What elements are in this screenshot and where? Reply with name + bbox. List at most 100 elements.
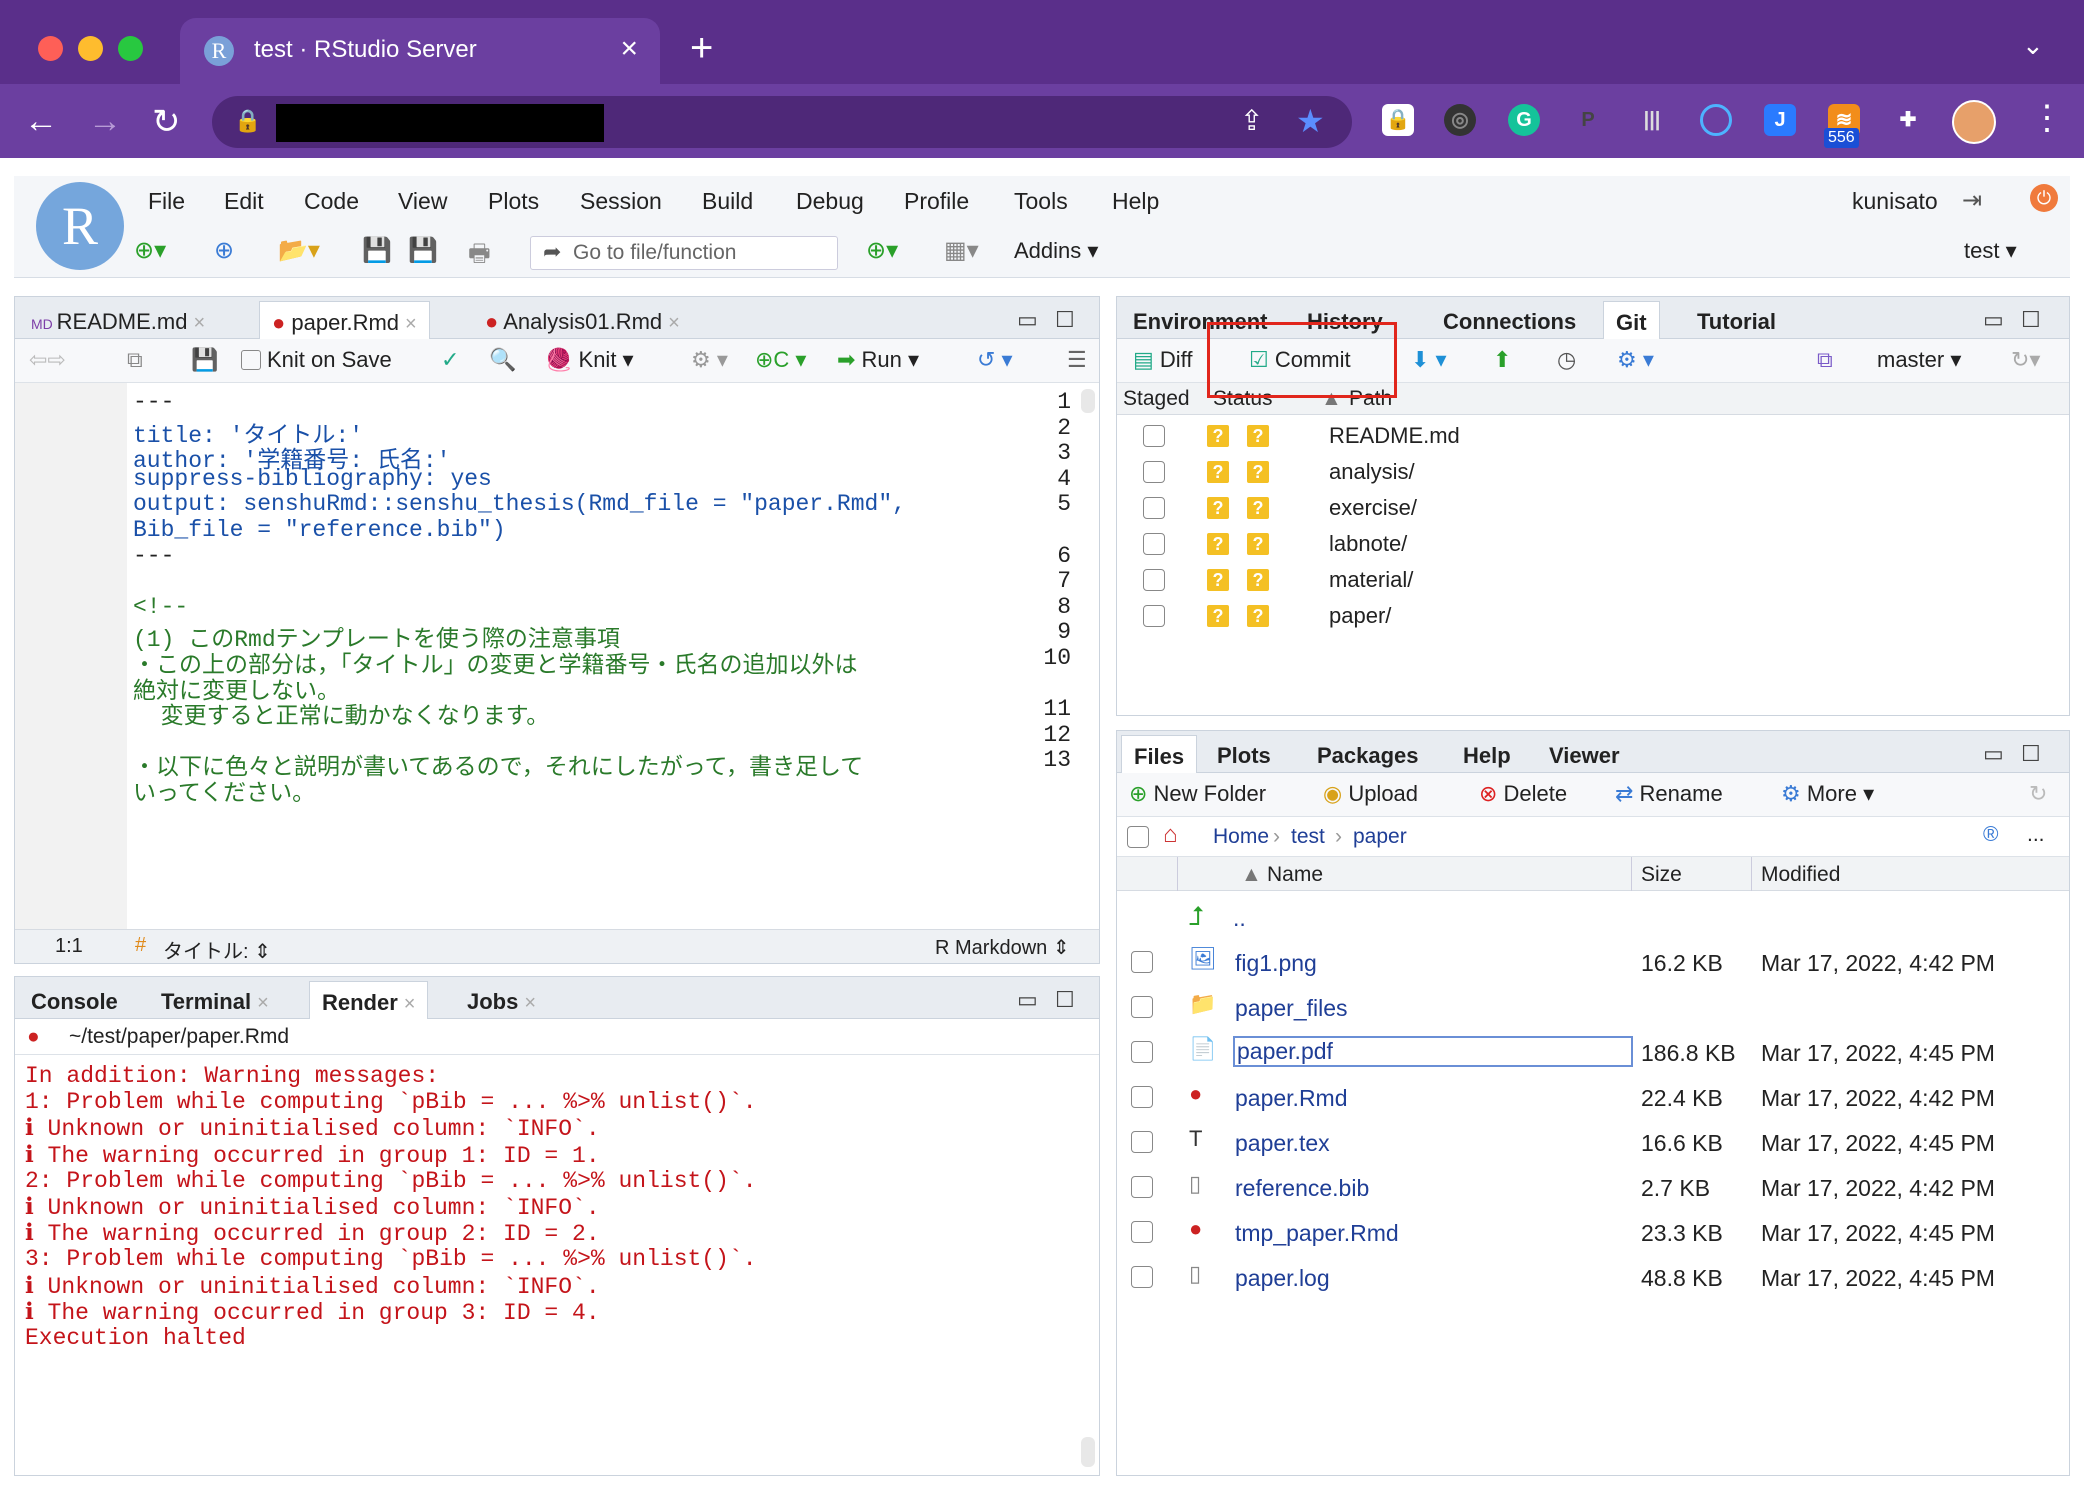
stage-checkbox[interactable]: [1143, 605, 1165, 627]
file-name[interactable]: paper_files: [1235, 995, 1348, 1022]
go-to-directory-button[interactable]: ...: [2027, 823, 2045, 847]
crumb-paper[interactable]: paper: [1353, 825, 1407, 849]
maximize-pane-icon[interactable]: ☐: [1055, 987, 1075, 1013]
stage-checkbox[interactable]: [1143, 533, 1165, 555]
new-file-icon[interactable]: ⊕▾: [134, 236, 166, 265]
save-all-icon[interactable]: 💾: [408, 236, 438, 265]
crumb-test[interactable]: test: [1291, 825, 1325, 849]
diff-button[interactable]: ▤ Diff: [1133, 347, 1193, 373]
maximize-window-button[interactable]: [118, 36, 143, 61]
console-scrollbar[interactable]: [1081, 1437, 1095, 1467]
close-icon[interactable]: ×: [257, 992, 269, 1014]
goto-file-input[interactable]: ➦ Go to file/function: [530, 236, 838, 270]
browser-menu-icon[interactable]: ⋮: [2030, 98, 2064, 138]
section-nav[interactable]: タイトル: ⇕: [163, 935, 271, 964]
file-type[interactable]: R Markdown ⇕: [935, 935, 1070, 960]
file-name[interactable]: paper.log: [1235, 1265, 1330, 1292]
menu-code[interactable]: Code: [304, 188, 359, 215]
menu-file[interactable]: File: [148, 188, 185, 215]
maximize-pane-icon[interactable]: ☐: [2021, 741, 2041, 767]
menu-view[interactable]: View: [398, 188, 447, 215]
tab-terminal[interactable]: Terminal ×: [149, 981, 281, 1019]
select-all-checkbox[interactable]: [1127, 826, 1149, 848]
file-name[interactable]: fig1.png: [1235, 950, 1317, 977]
close-icon[interactable]: ×: [404, 993, 416, 1015]
tab-readme[interactable]: MD README.md ×: [19, 301, 217, 339]
file-row[interactable]: 📄 paper.pdf 186.8 KB Mar 17, 2022, 4:45 PM: [1117, 1030, 2069, 1075]
file-row[interactable]: Tpaper.tex 16.6 KB Mar 17, 2022, 4:45 PM: [1117, 1120, 2069, 1165]
rerun-icon[interactable]: ↺ ▾: [977, 347, 1013, 373]
file-row[interactable]: 🖼 fig1.png 16.2 KB Mar 17, 2022, 4:42 PM: [1117, 940, 2069, 985]
project-icon[interactable]: ®: [1983, 823, 1998, 847]
file-checkbox[interactable]: [1131, 1176, 1153, 1198]
tab-render[interactable]: Render ×: [309, 981, 429, 1019]
spellcheck-icon[interactable]: ✓: [441, 347, 459, 373]
col-modified[interactable]: Modified: [1761, 863, 1840, 887]
forward-arrow-icon[interactable]: →: [88, 102, 122, 141]
knit-on-save-checkbox[interactable]: Knit on Save: [241, 347, 392, 373]
file-name[interactable]: tmp_paper.Rmd: [1235, 1220, 1399, 1247]
refresh-icon[interactable]: ↻: [2029, 781, 2047, 807]
tab-files[interactable]: Files: [1121, 735, 1198, 773]
close-tab-icon[interactable]: ×: [620, 32, 638, 66]
sign-out-icon[interactable]: ⇥: [1962, 186, 1982, 215]
project-menu[interactable]: test ▾: [1964, 238, 2017, 264]
stage-checkbox[interactable]: [1143, 569, 1165, 591]
extension-barcode-icon[interactable]: |||: [1636, 104, 1668, 136]
menu-tools[interactable]: Tools: [1014, 188, 1068, 215]
menu-session[interactable]: Session: [580, 188, 662, 215]
save-icon[interactable]: 💾: [191, 347, 218, 373]
stage-checkbox[interactable]: [1143, 461, 1165, 483]
file-name[interactable]: paper.tex: [1235, 1130, 1330, 1157]
profile-avatar[interactable]: [1952, 100, 1996, 144]
pull-icon[interactable]: ⬇ ▾: [1411, 347, 1447, 373]
menu-help[interactable]: Help: [1112, 188, 1159, 215]
editor-scrollbar[interactable]: [1081, 389, 1095, 413]
col-size[interactable]: Size: [1641, 863, 1682, 887]
menu-plots[interactable]: Plots: [488, 188, 539, 215]
menu-profile[interactable]: Profile: [904, 188, 969, 215]
file-name[interactable]: paper.pdf: [1233, 1036, 1633, 1067]
back-forward-icon[interactable]: ⇦⇨: [29, 347, 66, 373]
run-button[interactable]: ➡ Run ▾: [837, 347, 919, 373]
file-checkbox[interactable]: [1131, 1086, 1153, 1108]
grammarly-icon[interactable]: G: [1508, 104, 1540, 136]
tab-git[interactable]: Git: [1603, 301, 1660, 339]
delete-button[interactable]: ⊗ Delete: [1479, 781, 1567, 807]
file-checkbox[interactable]: [1131, 996, 1153, 1018]
push-icon[interactable]: ⬆: [1493, 347, 1511, 373]
browser-tab[interactable]: R test · RStudio Server ×: [180, 18, 660, 86]
open-file-icon[interactable]: 📂▾: [278, 236, 320, 265]
version-control-icon[interactable]: ⊕▾: [866, 236, 898, 265]
minimize-pane-icon[interactable]: ▭: [1017, 987, 1038, 1013]
minimize-pane-icon[interactable]: ▭: [1983, 741, 2004, 767]
file-row[interactable]: ▯ reference.bib 2.7 KB Mar 17, 2022, 4:42 P…: [1117, 1165, 2069, 1210]
file-checkbox[interactable]: [1131, 1266, 1153, 1288]
git-file-row[interactable]: ?? labnote/: [1117, 527, 2069, 563]
git-file-row[interactable]: ?? README.md: [1117, 419, 2069, 455]
refresh-icon[interactable]: ↻▾: [2011, 347, 2040, 373]
menu-edit[interactable]: Edit: [224, 188, 264, 215]
file-checkbox[interactable]: [1131, 1041, 1153, 1063]
git-settings-gear-icon[interactable]: ⚙ ▾: [1617, 347, 1654, 373]
close-window-button[interactable]: [38, 36, 63, 61]
file-row[interactable]: 📁 paper_files: [1117, 985, 2069, 1030]
tab-jobs[interactable]: Jobs ×: [455, 981, 548, 1019]
tab-paper-rmd[interactable]: ● paper.Rmd ×: [259, 301, 430, 339]
show-in-window-icon[interactable]: ⧉: [127, 347, 143, 373]
new-project-icon[interactable]: ⊕: [214, 236, 234, 265]
close-icon[interactable]: ×: [193, 312, 205, 334]
addins-menu[interactable]: Addins ▾: [1014, 238, 1098, 264]
tab-analysis01[interactable]: ● Analysis01.Rmd ×: [473, 301, 692, 339]
history-clock-icon[interactable]: ◷: [1557, 347, 1576, 373]
close-icon[interactable]: ×: [668, 312, 680, 334]
maximize-pane-icon[interactable]: ☐: [2021, 307, 2041, 333]
tab-plots[interactable]: Plots: [1205, 735, 1283, 773]
extension-circle-icon[interactable]: ◎: [1444, 104, 1476, 136]
crumb-home[interactable]: Home: [1213, 825, 1269, 849]
maximize-pane-icon[interactable]: ☐: [1055, 307, 1075, 333]
file-checkbox[interactable]: [1131, 951, 1153, 973]
extension-ring-icon[interactable]: [1700, 104, 1732, 136]
rename-button[interactable]: ⇄ Rename: [1615, 781, 1723, 807]
extension-p-icon[interactable]: P: [1572, 104, 1604, 136]
